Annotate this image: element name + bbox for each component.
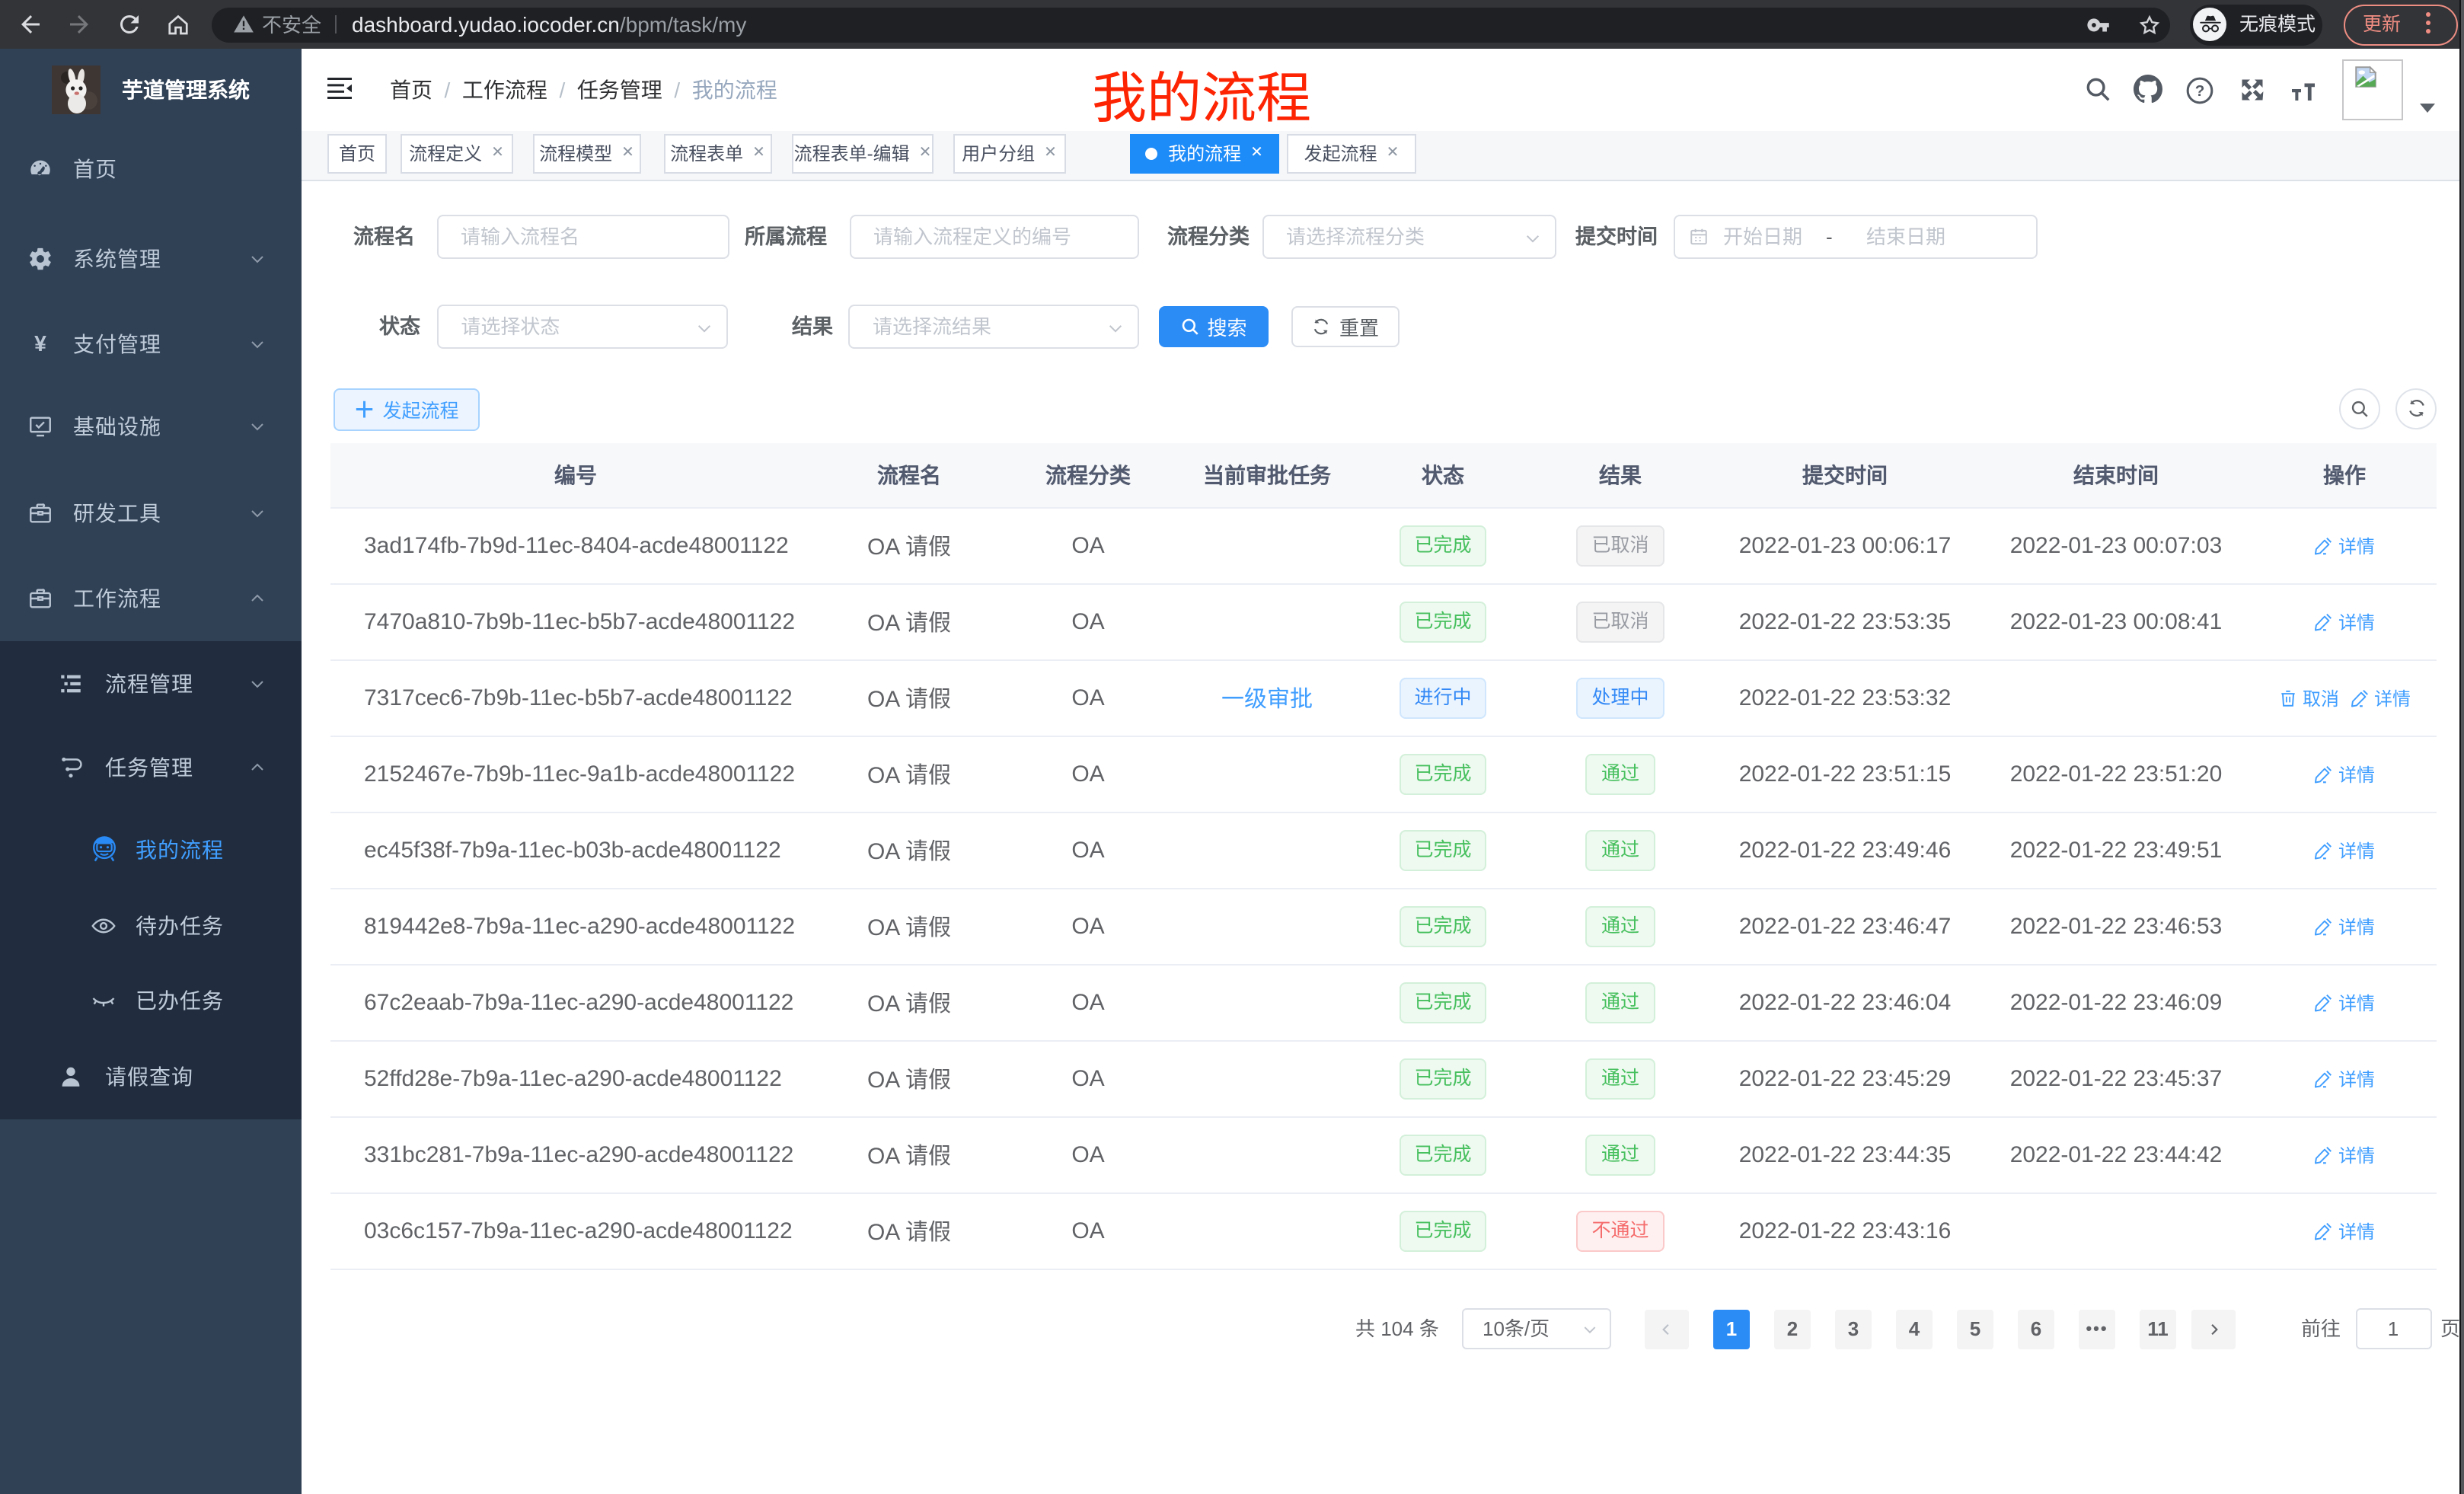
svg-text:?: ? bbox=[2195, 81, 2205, 99]
svg-text:¥: ¥ bbox=[34, 331, 46, 356]
